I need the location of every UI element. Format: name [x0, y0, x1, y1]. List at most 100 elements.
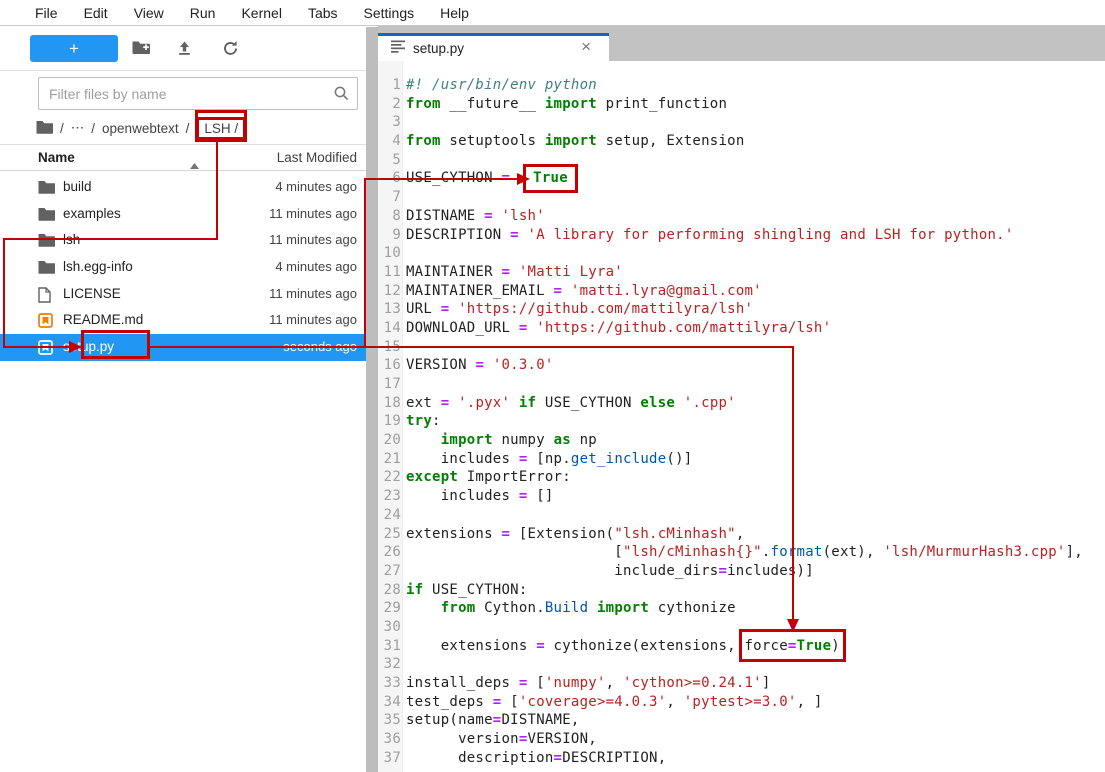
code-line: 26 ["lsh/cMinhash{}".format(ext), 'lsh/M… [378, 543, 1105, 562]
code-editor[interactable]: 1#! /usr/bin/env python2from __future__ … [378, 61, 1105, 772]
code-line: 18ext = '.pyx' if USE_CYTHON else '.cpp' [378, 394, 1105, 413]
file-list: build4 minutes ago examples 11 minutes ago… [0, 174, 366, 361]
line-number: 13 [378, 300, 401, 319]
file-row-license[interactable]: LICENSE11 minutes ago [0, 281, 366, 308]
file-name: lsh [63, 232, 80, 247]
folder-icon [38, 207, 55, 226]
file-modified: 11 minutes ago [269, 206, 357, 221]
code-line: 2from __future__ import print_function [378, 95, 1105, 114]
code-line: 31 extensions = cythonize(extensions, fo… [378, 637, 1105, 656]
line-number: 21 [378, 450, 401, 469]
jupyterlab-window: FileEditViewRunKernelTabsSettingsHelp + … [0, 0, 1105, 772]
code-line: 22except ImportError: [378, 468, 1105, 487]
upload-icon[interactable] [176, 40, 196, 58]
line-number: 26 [378, 543, 401, 562]
folder-icon [38, 260, 55, 279]
line-number: 30 [378, 618, 401, 637]
line-number: 11 [378, 263, 401, 282]
new-folder-icon[interactable] [132, 40, 152, 58]
line-number: 4 [378, 132, 401, 151]
line-number: 24 [378, 506, 401, 525]
line-number: 12 [378, 282, 401, 301]
code-line: 17 [378, 375, 1105, 394]
line-number: 6 [378, 169, 401, 188]
line-number: 9 [378, 226, 401, 245]
refresh-icon[interactable] [222, 40, 242, 58]
breadcrumb-item[interactable]: ⋯ [71, 120, 85, 136]
breadcrumb-item[interactable]: openwebtext [102, 121, 179, 136]
code-line: 33install_deps = ['numpy', 'cython>=0.24… [378, 674, 1105, 693]
breadcrumb: / ⋯ / openwebtext / LSH / [36, 112, 246, 144]
line-number: 19 [378, 412, 401, 431]
file-row-readme.md[interactable]: README.md 11 minutes ago [0, 307, 366, 334]
code-line: 1#! /usr/bin/env python [378, 76, 1105, 95]
file-modified: 4 minutes ago [275, 179, 357, 194]
tab-setup-py[interactable]: setup.py × [378, 33, 609, 61]
code-line: 34test_deps = ['coverage>=4.0.3', 'pytes… [378, 693, 1105, 712]
column-header-name[interactable]: Name [38, 150, 75, 165]
code-line: 8DISTNAME = 'lsh' [378, 207, 1105, 226]
line-number: 14 [378, 319, 401, 338]
menu-item-edit[interactable]: Edit [71, 5, 121, 21]
line-number: 5 [378, 151, 401, 170]
file-modified: 11 minutes ago [269, 286, 357, 301]
file-name: README.md [63, 312, 143, 327]
file-list-header: Name Last Modified [0, 146, 366, 171]
file-name: lsh.egg-info [63, 259, 133, 274]
code-line: 24 [378, 506, 1105, 525]
line-number: 35 [378, 711, 401, 730]
menu-item-settings[interactable]: Settings [351, 5, 428, 21]
separator [0, 170, 366, 171]
file-modified: 4 minutes ago [275, 259, 357, 274]
line-number: 2 [378, 95, 401, 114]
folder-icon [38, 180, 55, 199]
file-name: examples [63, 206, 121, 221]
line-number: 25 [378, 525, 401, 544]
code-line: 30 [378, 618, 1105, 637]
code-line: 25extensions = [Extension("lsh.cMinhash"… [378, 525, 1105, 544]
code-line: 13URL = 'https://github.com/mattilyra/ls… [378, 300, 1105, 319]
menu-bar: FileEditViewRunKernelTabsSettingsHelp [0, 0, 1105, 26]
line-number: 27 [378, 562, 401, 581]
breadcrumb-item[interactable]: / [60, 121, 64, 136]
code-line: 29 from Cython.Build import cythonize [378, 599, 1105, 618]
menu-item-view[interactable]: View [121, 5, 177, 21]
line-number: 18 [378, 394, 401, 413]
file-modified: 11 minutes ago [269, 312, 357, 327]
code-line: 19try: [378, 412, 1105, 431]
breadcrumb-item-lsh-annotated[interactable]: LSH / [196, 117, 246, 140]
folder-icon[interactable] [36, 120, 53, 137]
code-line: 12MAINTAINER_EMAIL = 'matti.lyra@gmail.c… [378, 282, 1105, 301]
code-lines: 1#! /usr/bin/env python2from __future__ … [378, 76, 1105, 767]
menu-item-tabs[interactable]: Tabs [295, 5, 351, 21]
menu-item-run[interactable]: Run [177, 5, 229, 21]
line-number: 3 [378, 113, 401, 132]
line-number: 10 [378, 244, 401, 263]
new-launcher-button[interactable]: + [30, 35, 118, 62]
file-row-lsh[interactable]: lsh 11 minutes ago [0, 227, 366, 254]
file-row-examples[interactable]: examples 11 minutes ago [0, 201, 366, 228]
filter-files-input[interactable] [38, 77, 358, 110]
file-modified: seconds ago [283, 339, 357, 354]
file-row-build[interactable]: build4 minutes ago [0, 174, 366, 201]
code-line: 10 [378, 244, 1105, 263]
code-line: 4from setuptools import setup, Extension [378, 132, 1105, 151]
code-line: 9DESCRIPTION = 'A library for performing… [378, 226, 1105, 245]
line-number: 1 [378, 76, 401, 95]
menu-item-file[interactable]: File [22, 5, 71, 21]
breadcrumb-item[interactable]: / [186, 121, 190, 136]
file-modified: 11 minutes ago [269, 232, 357, 247]
panel-divider[interactable] [366, 27, 378, 772]
file-row-setup.py[interactable]: setup.pyseconds ago [0, 334, 366, 361]
sort-ascending-caret-icon[interactable] [190, 156, 199, 174]
breadcrumb-item[interactable]: / [91, 121, 95, 136]
line-number: 36 [378, 730, 401, 749]
column-header-last-modified[interactable]: Last Modified [277, 150, 357, 165]
code-line: 20 import numpy as np [378, 431, 1105, 450]
menu-item-kernel[interactable]: Kernel [228, 5, 294, 21]
close-icon[interactable]: × [581, 37, 591, 57]
menu-item-help[interactable]: Help [427, 5, 482, 21]
line-number: 34 [378, 693, 401, 712]
line-number: 31 [378, 637, 401, 656]
file-row-lsh.egg-info[interactable]: lsh.egg-info 4 minutes ago [0, 254, 366, 281]
